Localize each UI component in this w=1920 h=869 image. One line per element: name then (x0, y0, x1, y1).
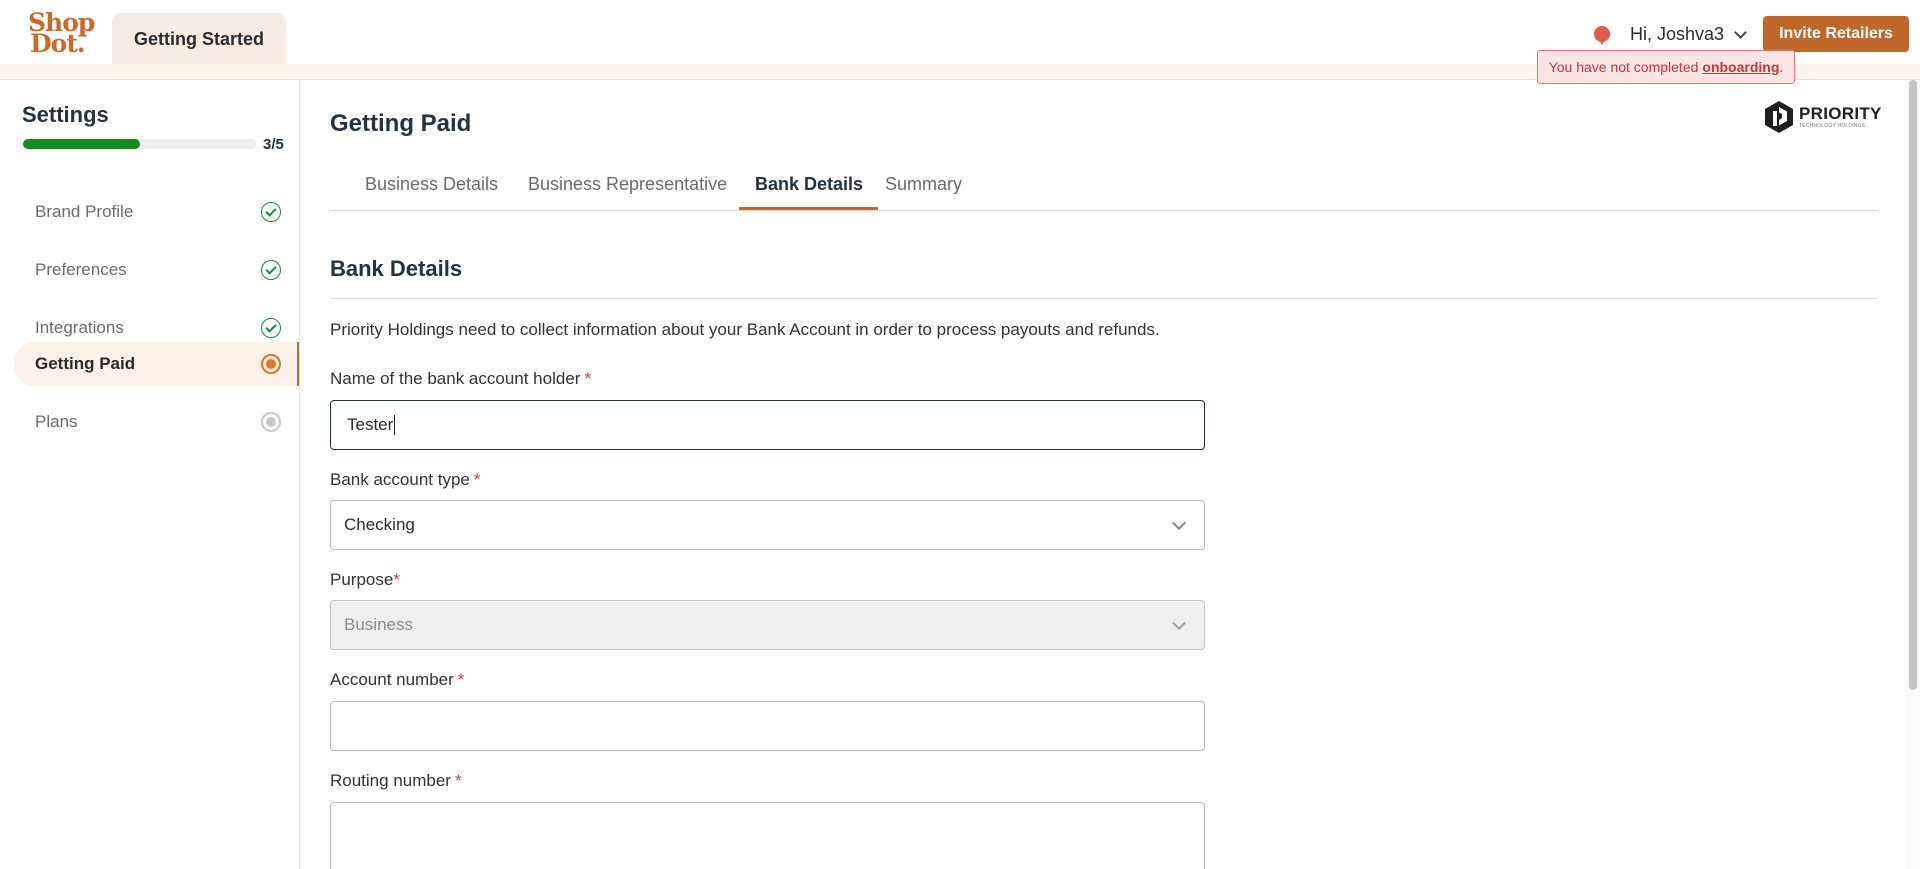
chevron-down-icon (1734, 25, 1747, 39)
field-label-text: Account number (330, 670, 454, 689)
account-type-select[interactable]: Checking (330, 500, 1205, 550)
purpose-select: Business (330, 600, 1205, 650)
account-type-label: Bank account type * (330, 470, 481, 490)
user-location-icon (1594, 24, 1610, 46)
sidebar-item-label: Preferences (35, 260, 127, 279)
sidebar-item-label: Plans (35, 412, 78, 431)
user-greeting: Hi, Joshva3 (1630, 23, 1725, 44)
required-marker: * (454, 771, 462, 790)
section-description: Priority Holdings need to collect inform… (330, 320, 1160, 339)
field-label-text: Purpose (330, 570, 394, 589)
account-number-label: Account number * (330, 670, 464, 690)
user-menu[interactable]: Hi, Joshva3 (1630, 22, 1747, 46)
page-title: Getting Paid (330, 110, 472, 137)
logo-line-2: Dot. (30, 29, 86, 58)
required-marker: * (584, 369, 592, 388)
sidebar-title: Settings (22, 102, 109, 127)
progress-fill (23, 139, 140, 149)
alert-suffix: . (1779, 59, 1784, 75)
sidebar-item-preferences[interactable]: Preferences (14, 248, 299, 292)
required-marker: * (457, 670, 465, 689)
account-holder-label: Name of the bank account holder * (330, 369, 591, 389)
field-label-text: Bank account type (330, 470, 470, 489)
tab-bank-details[interactable]: Bank Details (739, 164, 879, 210)
account-holder-value: Tester (347, 415, 394, 434)
radio-current-icon (261, 354, 281, 374)
chevron-down-icon (1171, 515, 1187, 531)
required-marker: * (393, 570, 400, 589)
priority-logo-name: PRIORITY (1799, 104, 1882, 123)
field-label-text: Routing number (330, 771, 451, 790)
priority-logo-icon (1765, 101, 1793, 133)
progress-count: 3/5 (263, 136, 284, 153)
settings-sidebar: Settings 3/5 Brand Profile Preferences I… (0, 80, 300, 869)
sidebar-item-label: Integrations (35, 318, 124, 337)
section-divider (330, 298, 1878, 299)
field-label-text: Name of the bank account holder (330, 369, 581, 388)
onboarding-link[interactable]: onboarding (1702, 59, 1779, 75)
tab-summary[interactable]: Summary (885, 164, 962, 210)
sidebar-item-getting-paid[interactable]: Getting Paid (14, 342, 299, 386)
routing-number-label: Routing number * (330, 771, 462, 791)
chevron-down-icon (1171, 615, 1187, 631)
page-scrollbar-thumb[interactable] (1909, 80, 1917, 690)
sidebar-item-label: Brand Profile (35, 202, 134, 221)
radio-pending-icon (261, 412, 281, 432)
tab-business-details[interactable]: Business Details (365, 164, 498, 210)
getting-paid-tabs: Business Details Business Representative… (330, 164, 1878, 211)
purpose-value: Business (344, 615, 413, 634)
onboarding-alert-text: You have not completed (1548, 59, 1699, 75)
section-title: Bank Details (330, 256, 463, 281)
priority-logo-tagline: TECHNOLOGY HOLDINGS (1799, 123, 1866, 129)
tab-business-representative[interactable]: Business Representative (528, 164, 727, 210)
required-marker: * (473, 470, 481, 489)
tab-getting-started[interactable]: Getting Started (112, 13, 286, 65)
invite-retailers-button[interactable]: Invite Retailers (1763, 16, 1909, 52)
sidebar-item-brand-profile[interactable]: Brand Profile (14, 190, 299, 234)
onboarding-alert: You have not completed onboarding. (1537, 50, 1795, 84)
shopdot-logo[interactable]: Shop Dot. (28, 10, 95, 58)
settings-progress-bar (23, 139, 256, 149)
check-circle-icon (261, 318, 281, 338)
account-number-input[interactable] (330, 701, 1205, 751)
check-circle-icon (261, 260, 281, 280)
account-holder-input[interactable]: Tester (330, 400, 1205, 450)
sidebar-item-label: Getting Paid (35, 354, 136, 373)
priority-logo: PRIORITY TECHNOLOGY HOLDINGS (1764, 99, 1882, 135)
text-caret (394, 415, 396, 435)
routing-number-input[interactable] (330, 802, 1205, 869)
account-type-value: Checking (344, 515, 415, 534)
purpose-label: Purpose* (330, 570, 400, 590)
sidebar-item-plans[interactable]: Plans (14, 400, 299, 444)
check-circle-icon (261, 202, 281, 222)
